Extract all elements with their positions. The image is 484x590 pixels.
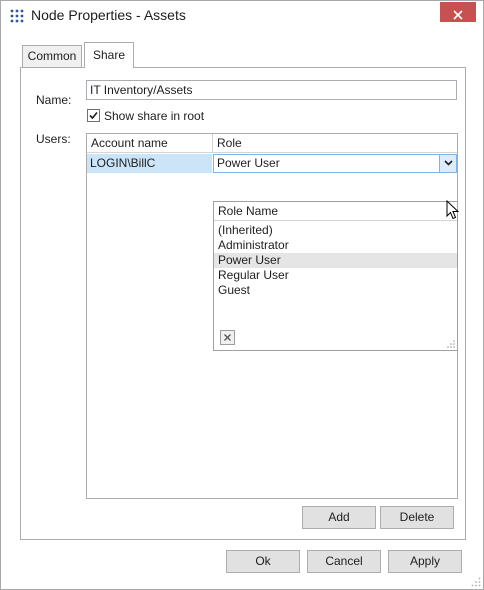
clear-role-button[interactable] bbox=[220, 330, 235, 345]
table-row[interactable]: LOGIN\BillC Power User bbox=[87, 154, 457, 173]
role-name-header: Role Name bbox=[214, 202, 457, 221]
mouse-cursor-icon bbox=[446, 200, 460, 220]
show-in-root-checkbox[interactable] bbox=[87, 109, 100, 122]
role-dropdown-popup: Role Name (Inherited) Administrator Powe… bbox=[213, 201, 458, 351]
chevron-down-icon bbox=[444, 160, 453, 166]
column-header-account[interactable]: Account name bbox=[91, 136, 168, 150]
role-option-regular-user[interactable]: Regular User bbox=[214, 268, 457, 283]
role-option-administrator[interactable]: Administrator bbox=[214, 238, 457, 253]
clear-icon bbox=[224, 334, 231, 341]
role-options-list: (Inherited) Administrator Power User Reg… bbox=[214, 223, 457, 298]
title-bar[interactable]: Node Properties - Assets bbox=[1, 1, 483, 31]
role-dropdown-button[interactable] bbox=[439, 155, 456, 172]
close-icon bbox=[453, 9, 463, 20]
apply-button[interactable]: Apply bbox=[388, 550, 462, 573]
ok-button[interactable]: Ok bbox=[226, 550, 300, 573]
dialog-body: Common Share Name: IT Inventory/Assets S… bbox=[1, 31, 483, 589]
cancel-button[interactable]: Cancel bbox=[307, 550, 381, 573]
name-label: Name: bbox=[36, 93, 72, 107]
tab-common[interactable]: Common bbox=[22, 45, 82, 67]
share-name-input[interactable]: IT Inventory/Assets bbox=[86, 80, 457, 100]
role-option-guest[interactable]: Guest bbox=[214, 283, 457, 298]
delete-button[interactable]: Delete bbox=[380, 506, 454, 529]
role-value: Power User bbox=[217, 156, 280, 170]
window-title: Node Properties - Assets bbox=[31, 7, 186, 23]
users-label: Users: bbox=[36, 132, 71, 146]
show-in-root-label[interactable]: Show share in root bbox=[104, 109, 204, 123]
app-grid-icon bbox=[10, 9, 24, 23]
role-option-power-user[interactable]: Power User bbox=[214, 253, 457, 268]
role-combobox[interactable]: Power User bbox=[213, 154, 457, 173]
tab-share[interactable]: Share bbox=[84, 42, 134, 68]
role-option-inherited[interactable]: (Inherited) bbox=[214, 223, 457, 238]
window-size-grip-icon[interactable] bbox=[471, 577, 481, 587]
close-button[interactable] bbox=[440, 2, 476, 22]
grid-header: Account name Role bbox=[87, 134, 457, 153]
column-header-role[interactable]: Role bbox=[217, 136, 242, 150]
add-button[interactable]: Add bbox=[302, 506, 376, 529]
column-divider[interactable] bbox=[212, 134, 213, 153]
checkmark-icon bbox=[89, 111, 98, 120]
account-cell[interactable]: LOGIN\BillC bbox=[87, 154, 212, 173]
dialog-window: Node Properties - Assets Common Share Na… bbox=[0, 0, 484, 590]
resize-grip-icon[interactable] bbox=[447, 340, 455, 348]
